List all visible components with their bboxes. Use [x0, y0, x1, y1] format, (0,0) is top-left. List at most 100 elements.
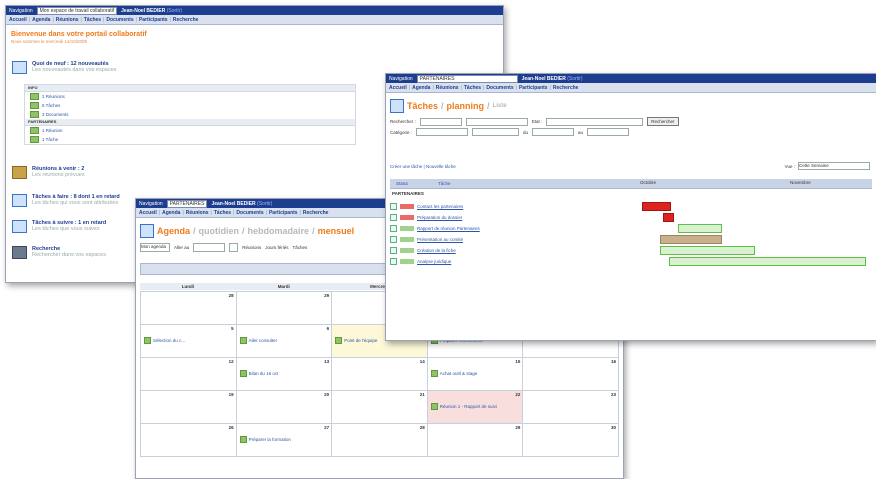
- menu-recherche[interactable]: Recherche: [173, 17, 199, 23]
- menu-recherche[interactable]: Recherche: [303, 210, 329, 216]
- to-date-input[interactable]: [587, 128, 630, 136]
- calendar-day[interactable]: 30: [522, 423, 619, 457]
- logout-link[interactable]: (Sortir): [167, 8, 182, 14]
- calendar-day[interactable]: 29: [235, 291, 333, 325]
- calendar-day[interactable]: 5 Sélection du c...: [140, 324, 237, 358]
- panel-item[interactable]: 1 Réunion: [25, 126, 355, 135]
- todo-section[interactable]: Tâches à faire : 8 dont 1 en retard Les …: [12, 194, 120, 207]
- task-row[interactable]: Contact les partenaires: [390, 202, 872, 211]
- calendar-day[interactable]: 22 Réunion 1 - Rapport de suivi: [426, 390, 524, 424]
- owner-select[interactable]: [472, 128, 520, 136]
- goto-date-input[interactable]: [193, 243, 226, 252]
- task-name-link[interactable]: Présentation au comité: [417, 237, 463, 242]
- menu-participants[interactable]: Participants: [519, 85, 548, 91]
- calendar-day[interactable]: 19: [140, 390, 237, 424]
- task-edit-icon[interactable]: [390, 213, 397, 221]
- task-row[interactable]: Analyse juridique: [390, 257, 872, 266]
- task-name-link[interactable]: Contact les partenaires: [417, 204, 463, 209]
- col-task[interactable]: Tâche: [438, 181, 451, 186]
- menu-reunions[interactable]: Réunions: [56, 17, 79, 23]
- panel-item[interactable]: 1 Tâche: [25, 135, 355, 144]
- view-select[interactable]: Cette Semaine: [798, 162, 870, 170]
- search-section[interactable]: Recherche Rechercher dans vos espaces: [12, 246, 106, 259]
- project-select[interactable]: Mon espace de travail collaboratif: [36, 6, 118, 15]
- calendar-event[interactable]: Réunion 1 - Rapport de suivi: [430, 403, 497, 410]
- panel-item[interactable]: 5 Tâches: [25, 101, 355, 110]
- event-label[interactable]: Achat outil & stage: [440, 371, 478, 376]
- menu-agenda[interactable]: Agenda: [32, 17, 50, 23]
- my-agenda-select[interactable]: Mon agenda: [140, 243, 170, 252]
- calendar-day[interactable]: 12: [140, 357, 237, 391]
- event-label[interactable]: Point de l'équipe: [344, 338, 377, 343]
- task-edit-icon[interactable]: [390, 257, 397, 265]
- event-label[interactable]: Aller consulter: [249, 338, 278, 343]
- search-button[interactable]: Rechercher: [647, 117, 679, 126]
- calendar-event[interactable]: Point de l'équipe: [335, 337, 377, 344]
- calendar-day[interactable]: 6 Aller consulter: [235, 324, 333, 358]
- menu-documents[interactable]: Documents: [486, 85, 513, 91]
- calendar-picker-icon[interactable]: [229, 243, 239, 252]
- calendar-day[interactable]: 13 Bilan du 16 oct: [235, 357, 333, 391]
- calendar-event[interactable]: Aller consulter: [239, 337, 278, 344]
- col-status[interactable]: Statut: [396, 181, 408, 186]
- search-input[interactable]: [465, 117, 528, 126]
- event-label[interactable]: Sélection du c...: [153, 338, 185, 343]
- menu-recherche[interactable]: Recherche: [553, 85, 579, 91]
- state-select[interactable]: [546, 117, 644, 126]
- calendar-day[interactable]: 28: [331, 423, 428, 457]
- panel-item[interactable]: 3 Documents: [25, 110, 355, 119]
- filter-holidays[interactable]: Jours fériés: [265, 245, 288, 250]
- view-weekly[interactable]: hebdomadaire: [248, 226, 310, 236]
- calendar-day[interactable]: 20: [235, 390, 333, 424]
- panel-item[interactable]: 2 Réunions: [25, 92, 355, 101]
- task-edit-icon[interactable]: [390, 224, 397, 232]
- calendar-day[interactable]: 16: [522, 357, 619, 391]
- event-label[interactable]: Réunion 1 - Rapport de suivi: [440, 404, 497, 409]
- calendar-event[interactable]: Bilan du 16 oct: [239, 370, 279, 377]
- menu-taches[interactable]: Tâches: [84, 17, 101, 23]
- calendar-day[interactable]: 29: [426, 423, 524, 457]
- task-name-link[interactable]: Création de la fiche: [417, 248, 456, 253]
- calendar-day[interactable]: 28: [140, 291, 237, 325]
- calendar-day[interactable]: 14: [331, 357, 428, 391]
- menu-agenda[interactable]: Agenda: [162, 210, 180, 216]
- menu-participants[interactable]: Participants: [139, 17, 168, 23]
- event-label[interactable]: Bilan du 16 oct: [249, 371, 279, 376]
- gantt-bar[interactable]: [642, 202, 671, 211]
- gantt-bar[interactable]: [663, 213, 674, 222]
- project-select[interactable]: PARTENAIRES: [166, 199, 208, 208]
- task-edit-icon[interactable]: [390, 235, 397, 243]
- task-name-link[interactable]: Analyse juridique: [417, 259, 451, 264]
- task-name-link[interactable]: Préparation du dossier: [417, 215, 462, 220]
- menu-participants[interactable]: Participants: [269, 210, 298, 216]
- calendar-day[interactable]: 27 Préparer la formation: [235, 423, 333, 457]
- menu-taches[interactable]: Tâches: [214, 210, 231, 216]
- calendar-event[interactable]: Sélection du c...: [144, 337, 185, 344]
- task-row[interactable]: Présentation au comité: [390, 235, 872, 244]
- view-daily[interactable]: quotidien: [199, 226, 240, 236]
- meetings-section[interactable]: Réunions à venir : 2 Les réunions prévue…: [12, 166, 85, 179]
- menu-documents[interactable]: Documents: [106, 17, 133, 23]
- menu-agenda[interactable]: Agenda: [412, 85, 430, 91]
- view-monthly[interactable]: mensuel: [318, 226, 355, 236]
- logout-link[interactable]: (Sortir): [567, 76, 582, 82]
- calendar-day[interactable]: 23: [522, 390, 619, 424]
- category-select[interactable]: [416, 128, 469, 136]
- view-planning[interactable]: planning: [447, 101, 485, 111]
- task-row[interactable]: Préparation du dossier: [390, 213, 872, 222]
- menu-accueil[interactable]: Accueil: [9, 17, 27, 23]
- task-row[interactable]: Rapport de réunion Partenaires: [390, 224, 872, 233]
- calendar-day[interactable]: 15 Achat outil & stage: [426, 357, 524, 391]
- menu-reunions[interactable]: Réunions: [436, 85, 459, 91]
- calendar-event[interactable]: Achat outil & stage: [430, 370, 478, 377]
- gantt-bar[interactable]: [678, 224, 722, 233]
- news-section[interactable]: Quoi de neuf : 12 nouveautés Les nouveau…: [12, 61, 116, 74]
- view-list[interactable]: Liste: [493, 103, 507, 109]
- logout-link[interactable]: (Sortir): [257, 201, 272, 207]
- menu-accueil[interactable]: Accueil: [139, 210, 157, 216]
- calendar-day[interactable]: 21: [331, 390, 428, 424]
- menu-accueil[interactable]: Accueil: [389, 85, 407, 91]
- gantt-bar[interactable]: [660, 235, 722, 244]
- task-edit-icon[interactable]: [390, 246, 397, 254]
- project-select[interactable]: PARTENAIRES: [416, 74, 518, 83]
